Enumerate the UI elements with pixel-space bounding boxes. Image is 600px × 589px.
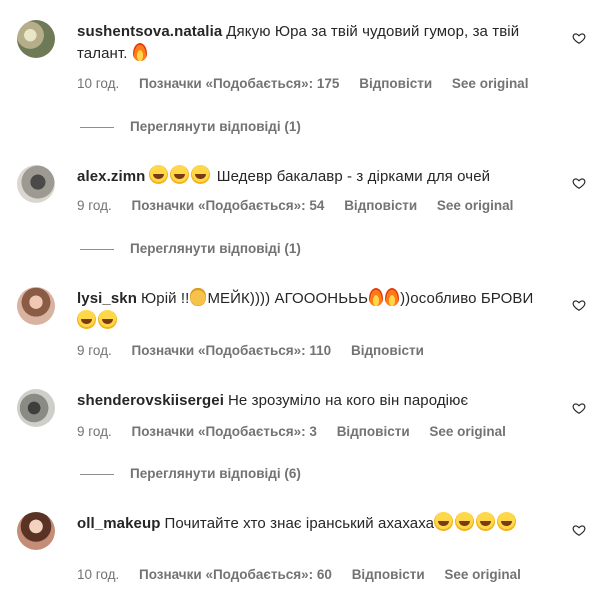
username[interactable]: oll_makeup bbox=[77, 515, 161, 532]
avatar[interactable] bbox=[17, 389, 55, 427]
comment-text: ))особливо БРОВИ bbox=[400, 290, 534, 307]
see-original-button[interactable]: See original bbox=[437, 198, 514, 213]
comment-text-block: sushentsova.natalia Дякую Юра за твій чуд… bbox=[77, 21, 557, 65]
fire-emoji-icon bbox=[385, 288, 400, 306]
comment-text: Не зрозуміло на кого він пародіює bbox=[227, 392, 469, 409]
avatar[interactable] bbox=[17, 287, 55, 325]
comment-time[interactable]: 9 год. bbox=[77, 424, 112, 439]
replies-divider bbox=[80, 473, 114, 475]
comment-time[interactable]: 10 год. bbox=[77, 567, 119, 582]
avatar[interactable] bbox=[17, 512, 55, 550]
comment-meta: 9 год. Позначки «Подобається»: 54 Відпов… bbox=[77, 198, 529, 213]
likes-count[interactable]: Позначки «Подобається»: 110 bbox=[132, 343, 332, 358]
comment-text: Юрій !! bbox=[141, 290, 190, 307]
likes-count[interactable]: Позначки «Подобається»: 60 bbox=[139, 567, 332, 582]
laughing-emoji-icon bbox=[455, 512, 475, 531]
laughing-emoji-icon bbox=[434, 512, 454, 531]
comment-text-block: lysi_skn Юрій !! МЕЙК)))) АГОООНЬЬЬ ))особл… bbox=[77, 288, 547, 333]
comment-text-block: oll_makeup Почитайте хто знає іранський а… bbox=[77, 512, 547, 535]
like-heart-icon[interactable] bbox=[572, 31, 586, 45]
comment-time[interactable]: 9 год. bbox=[77, 198, 112, 213]
view-replies-button[interactable]: Переглянути відповіді (1) bbox=[80, 241, 301, 256]
avatar[interactable] bbox=[17, 20, 55, 58]
username[interactable]: shenderovskiisergei bbox=[77, 392, 224, 409]
avatar[interactable] bbox=[17, 165, 55, 203]
likes-count[interactable]: Позначки «Подобається»: 3 bbox=[132, 424, 317, 439]
comment-meta: 10 год. Позначки «Подобається»: 175 Відп… bbox=[77, 76, 544, 91]
laughing-emoji-icon bbox=[497, 512, 517, 531]
likes-count[interactable]: Позначки «Подобається»: 54 bbox=[132, 198, 325, 213]
laughing-emoji-icon bbox=[191, 165, 211, 184]
laughing-emoji-icon bbox=[149, 165, 169, 184]
comment-meta: 9 год. Позначки «Подобається»: 3 Відпові… bbox=[77, 424, 522, 439]
comment-text-block: shenderovskiisergei Не зрозуміло на кого … bbox=[77, 390, 557, 412]
see-original-button[interactable]: See original bbox=[444, 567, 521, 582]
view-replies-label: Переглянути відповіді (1) bbox=[130, 119, 301, 134]
replies-divider bbox=[80, 126, 114, 128]
ok-hand-emoji-icon bbox=[190, 288, 207, 306]
laughing-emoji-icon bbox=[170, 165, 190, 184]
comment-text: Шедевр бакалавр - з дірками для очей bbox=[216, 168, 491, 185]
username[interactable]: lysi_skn bbox=[77, 290, 137, 307]
see-original-button[interactable]: See original bbox=[429, 424, 506, 439]
view-replies-button[interactable]: Переглянути відповіді (1) bbox=[80, 119, 301, 134]
reply-button[interactable]: Відповісти bbox=[337, 424, 410, 439]
username[interactable]: alex.zimn bbox=[77, 168, 145, 185]
replies-divider bbox=[80, 248, 114, 250]
fire-emoji-icon bbox=[132, 43, 147, 61]
view-replies-label: Переглянути відповіді (6) bbox=[130, 466, 301, 481]
likes-count[interactable]: Позначки «Подобається»: 175 bbox=[139, 76, 339, 91]
comment-meta: 9 год. Позначки «Подобається»: 110 Відпо… bbox=[77, 343, 440, 358]
laughing-emoji-icon bbox=[77, 310, 96, 329]
reply-button[interactable]: Відповісти bbox=[344, 198, 417, 213]
view-replies-button[interactable]: Переглянути відповіді (6) bbox=[80, 466, 301, 481]
see-original-button[interactable]: See original bbox=[452, 76, 529, 91]
view-replies-label: Переглянути відповіді (1) bbox=[130, 241, 301, 256]
reply-button[interactable]: Відповісти bbox=[359, 76, 432, 91]
fire-emoji-icon bbox=[369, 288, 384, 306]
comment-text-block: alex.zimn Шедевр бакалавр - з дірками дл… bbox=[77, 165, 557, 188]
like-heart-icon[interactable] bbox=[572, 401, 586, 415]
like-heart-icon[interactable] bbox=[572, 176, 586, 190]
like-heart-icon[interactable] bbox=[572, 298, 586, 312]
comment-time[interactable]: 10 год. bbox=[77, 76, 119, 91]
laughing-emoji-icon bbox=[476, 512, 496, 531]
reply-button[interactable]: Відповісти bbox=[351, 343, 424, 358]
comment-meta: 10 год. Позначки «Подобається»: 60 Відпо… bbox=[77, 567, 537, 582]
laughing-emoji-icon bbox=[98, 310, 117, 329]
reply-button[interactable]: Відповісти bbox=[352, 567, 425, 582]
like-heart-icon[interactable] bbox=[572, 523, 586, 537]
username[interactable]: sushentsova.natalia bbox=[77, 23, 222, 40]
comment-text: МЕЙК)))) АГОООНЬЬЬ bbox=[207, 290, 369, 307]
comment-text: Почитайте хто знає іранський ахахаха bbox=[164, 515, 435, 532]
comment-time[interactable]: 9 год. bbox=[77, 343, 112, 358]
